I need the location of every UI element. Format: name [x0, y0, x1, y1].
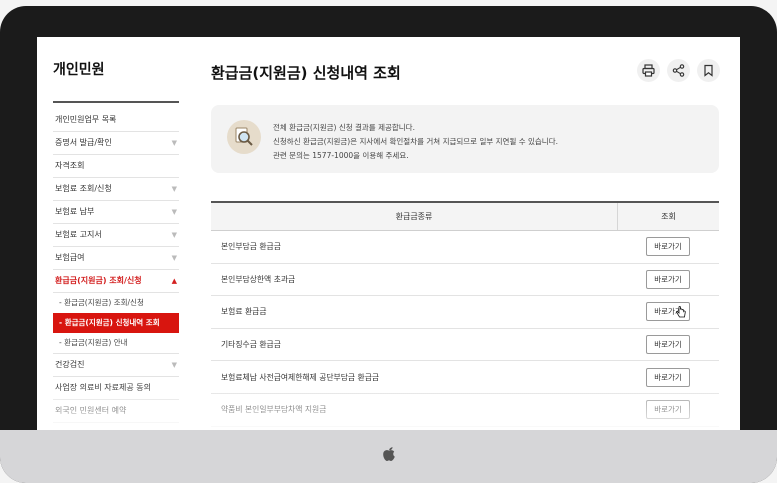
table-row: 기타징수금 환급금 바로가기 [211, 329, 719, 362]
chevron-down-icon: ▼ [171, 208, 177, 216]
chevron-down-icon: ▼ [171, 361, 177, 369]
hand-cursor-icon [676, 306, 686, 318]
sidebar-item-label: 건강검진 [55, 360, 85, 369]
sidebar-divider [53, 101, 179, 103]
sidebar-item-label: 사업장 의료비 자료제공 동의 [55, 383, 151, 392]
go-button[interactable]: 바로가기 [646, 400, 690, 420]
sidebar-subitem-label: 환급금(지원금) 조회/신청 [64, 298, 144, 307]
chevron-down-icon: ▼ [171, 185, 177, 193]
screen: 개인민원 개인민원업무 목록 증명서 발급/확인 ▼ 자격조회 보험료 조회/신청… [37, 37, 740, 430]
sidebar-item-health-checkup[interactable]: 건강검진 ▼ [53, 354, 179, 377]
sidebar-item-label: 보험료 고지서 [55, 230, 102, 239]
sidebar-item-label: 자격조회 [55, 161, 85, 170]
sidebar-title: 개인민원 [53, 62, 105, 78]
sidebar-subitem-refund-history[interactable]: - 환급금(지원금) 신청내역 조회 [53, 313, 179, 333]
go-button[interactable]: 바로가기 [646, 237, 690, 257]
sidebar-subitem-refund-inquiry[interactable]: - 환급금(지원금) 조회/신청 [53, 293, 179, 313]
table-row: 본인부담금 환급금 바로가기 [211, 231, 719, 264]
page-tools [637, 59, 720, 82]
refund-type: 기타징수금 환급금 [221, 340, 281, 350]
column-header-type: 환급금종류 [211, 203, 618, 230]
info-text: 전체 환급금(지원금) 신청 결과를 제공합니다. 신청하신 환급금(지원금)은… [273, 121, 558, 163]
refund-table: 환급금종류 조회 본인부담금 환급금 바로가기 본인부담상한액 초과금 바로가기… [211, 201, 719, 427]
sidebar-item-certificate[interactable]: 증명서 발급/확인 ▼ [53, 132, 179, 155]
sidebar-subitem-refund-guide[interactable]: - 환급금(지원금) 안내 [53, 333, 179, 354]
info-line: 전체 환급금(지원금) 신청 결과를 제공합니다. [273, 123, 415, 132]
table-row: 보험료체납 사전급여제한해제 공단부담금 환급금 바로가기 [211, 361, 719, 394]
share-button[interactable] [667, 59, 690, 82]
sidebar-item-label: 개인민원업무 목록 [55, 115, 117, 124]
sidebar-item-label: 외국인 민원센터 예약 [55, 406, 127, 415]
chevron-down-icon: ▼ [171, 254, 177, 262]
bookmark-button[interactable] [697, 59, 720, 82]
chevron-down-icon: ▼ [171, 139, 177, 147]
refund-type: 보험료 환급금 [221, 307, 267, 317]
go-button[interactable]: 바로가기 [646, 367, 690, 387]
sidebar-item-label: 증명서 발급/확인 [55, 138, 112, 147]
print-button[interactable] [637, 59, 660, 82]
page-title: 환급금(지원금) 신청내역 조회 [211, 64, 401, 82]
sidebar-subitem-label: 환급금(지원금) 신청내역 조회 [64, 318, 160, 327]
sidebar-item-label: 보험료 납부 [55, 207, 95, 216]
sidebar-item-premium-inquiry[interactable]: 보험료 조회/신청 ▼ [53, 178, 179, 201]
sidebar-item-label: 환급금(지원금) 조회/신청 [55, 276, 142, 285]
apple-logo-icon [381, 444, 397, 462]
printer-icon [642, 64, 655, 77]
sidebar-item-premium-notice[interactable]: 보험료 고지서 ▼ [53, 224, 179, 247]
sidebar-menu: 개인민원업무 목록 증명서 발급/확인 ▼ 자격조회 보험료 조회/신청 ▼ 보험료… [53, 109, 179, 423]
go-button-hovered[interactable]: 바로가기 [646, 302, 690, 322]
info-line: 관련 문의는 1577-1000을 이용해 주세요. [273, 151, 409, 160]
sidebar-item-foreigner-center[interactable]: 외국인 민원센터 예약 [53, 400, 179, 423]
refund-type: 보험료체납 사전급여제한해제 공단부담금 환급금 [221, 372, 380, 382]
table-row: 본인부담상한액 초과금 바로가기 [211, 264, 719, 297]
column-header-inquiry: 조회 [661, 212, 676, 221]
table-row: 보험료 환급금 바로가기 [211, 296, 719, 329]
go-button[interactable]: 바로가기 [646, 269, 690, 289]
sidebar-item-eligibility[interactable]: 자격조회 [53, 155, 179, 178]
table-header: 환급금종류 조회 [211, 201, 719, 231]
sidebar-item-medical-consent[interactable]: 사업장 의료비 자료제공 동의 [53, 377, 179, 400]
info-line: 신청하신 환급금(지원금)은 지사에서 확인절차를 거쳐 지급되므로 일부 지연… [273, 137, 558, 146]
info-notice: 전체 환급금(지원금) 신청 결과를 제공합니다. 신청하신 환급금(지원금)은… [211, 105, 719, 173]
table-row: 약품비 본인일부부담차액 지원금 바로가기 [211, 394, 719, 427]
chevron-down-icon: ▼ [171, 231, 177, 239]
chevron-up-icon: ▲ [171, 277, 177, 285]
sidebar-item-premium-payment[interactable]: 보험료 납부 ▼ [53, 201, 179, 224]
sidebar-item-label: 보험급여 [55, 253, 85, 262]
sidebar-item-label: 보험료 조회/신청 [55, 184, 112, 193]
refund-type: 약품비 본인일부부담차액 지원금 [221, 405, 327, 415]
share-icon [672, 64, 685, 77]
magnifier-document-icon [227, 120, 261, 154]
sidebar-item-benefits[interactable]: 보험급여 ▼ [53, 247, 179, 270]
refund-type: 본인부담상한액 초과금 [221, 274, 296, 284]
sidebar-item-refund[interactable]: 환급금(지원금) 조회/신청 ▲ [53, 270, 179, 293]
bookmark-icon [704, 64, 713, 77]
go-button[interactable]: 바로가기 [646, 335, 690, 355]
refund-type: 본인부담금 환급금 [221, 242, 281, 252]
sidebar-item-list[interactable]: 개인민원업무 목록 [53, 109, 179, 132]
sidebar-subitem-label: 환급금(지원금) 안내 [64, 338, 128, 347]
